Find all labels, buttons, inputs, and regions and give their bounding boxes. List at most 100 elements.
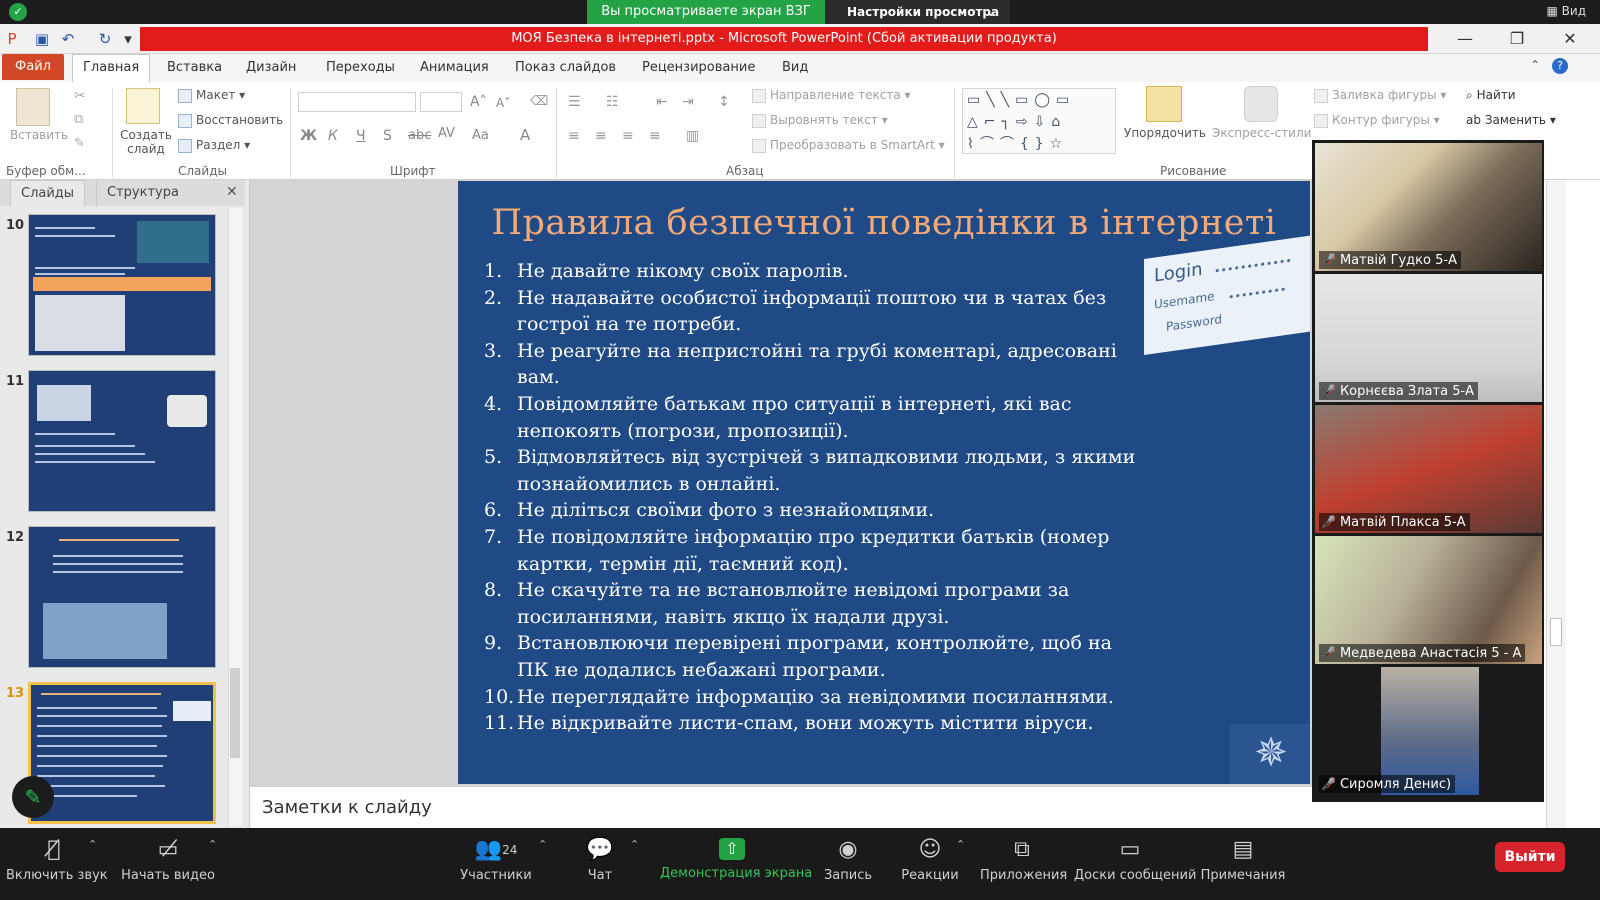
participant-video-tile[interactable]: 🎤̸ Корнєєва Злата 5-А bbox=[1315, 274, 1542, 402]
underline-icon[interactable]: Ч bbox=[356, 128, 366, 144]
tab-review[interactable]: Рецензирование bbox=[632, 56, 765, 80]
numbering-icon[interactable]: ☷ bbox=[606, 94, 619, 110]
copy-icon[interactable]: ⧉ bbox=[74, 112, 83, 127]
align-center-icon[interactable]: ≡ bbox=[595, 128, 607, 144]
tab-slideshow[interactable]: Показ слайдов bbox=[505, 56, 626, 80]
whiteboards-button[interactable]: ▭ Доски сообщений bbox=[1074, 828, 1196, 900]
tab-file[interactable]: Файл bbox=[2, 54, 64, 80]
chevron-up-icon[interactable]: ⌃ bbox=[208, 838, 217, 851]
cut-icon[interactable]: ✂ bbox=[74, 88, 86, 104]
font-name-select[interactable] bbox=[298, 92, 416, 112]
tab-insert[interactable]: Вставка bbox=[157, 56, 232, 80]
current-slide[interactable]: Правила безпечної поведінки в інтернеті … bbox=[458, 181, 1310, 784]
text-direction-button[interactable]: Направление текста ▾ bbox=[752, 88, 911, 103]
bold-icon[interactable]: Ж bbox=[300, 128, 317, 144]
thumbnail-image bbox=[137, 221, 209, 263]
tab-home[interactable]: Главная bbox=[72, 54, 151, 82]
participant-video-tile[interactable]: 🎤̸ Сиромля Денис) bbox=[1315, 667, 1542, 795]
decrease-indent-icon[interactable]: ⇤ bbox=[656, 94, 668, 110]
tab-view[interactable]: Вид bbox=[772, 56, 818, 80]
help-icon[interactable]: ? bbox=[1552, 58, 1568, 74]
shape-outline-button[interactable]: Контур фигуры ▾ bbox=[1314, 113, 1440, 128]
section-button[interactable]: Раздел ▾ bbox=[178, 138, 250, 153]
slides-pane-scroll-thumb[interactable] bbox=[230, 668, 240, 758]
font-size-select[interactable] bbox=[420, 92, 462, 112]
start-video-button[interactable]: ▭̸ Начать видео bbox=[118, 828, 218, 900]
slide-thumbnail-10[interactable] bbox=[28, 214, 216, 356]
replace-button[interactable]: ab Заменить ▾ bbox=[1466, 113, 1556, 127]
annotate-pencil-icon[interactable]: ✎ bbox=[12, 776, 54, 818]
chevron-up-icon[interactable]: ⌃ bbox=[956, 838, 965, 851]
leave-button[interactable]: Выйти bbox=[1495, 842, 1565, 872]
slide-title[interactable]: Правила безпечної поведінки в інтернеті bbox=[458, 203, 1310, 243]
layout-button[interactable]: Макет ▾ bbox=[178, 88, 245, 103]
quick-styles-button[interactable]: Экспресс-стили bbox=[1212, 126, 1311, 140]
italic-icon[interactable]: К bbox=[328, 128, 338, 144]
share-screen-button[interactable]: ⇧ Демонстрация экрана bbox=[660, 828, 812, 900]
smartart-button[interactable]: Преобразовать в SmartArt ▾ bbox=[752, 138, 945, 153]
slide-thumbnail-11[interactable] bbox=[28, 370, 216, 512]
align-right-icon[interactable]: ≡ bbox=[622, 128, 634, 144]
format-painter-icon[interactable]: ✎ bbox=[74, 136, 85, 151]
clear-formatting-icon[interactable]: ⌫ bbox=[530, 94, 548, 109]
shadow-icon[interactable]: S bbox=[383, 128, 392, 144]
collapse-ribbon-icon[interactable]: ⌃ bbox=[1530, 58, 1540, 72]
minimize-icon[interactable]: — bbox=[1450, 27, 1480, 51]
arrange-icon[interactable] bbox=[1146, 86, 1182, 122]
chevron-up-icon[interactable]: ⌃ bbox=[630, 838, 639, 851]
view-button[interactable]: ▦ Вид bbox=[1547, 4, 1586, 18]
record-button[interactable]: ◉ Запись bbox=[812, 828, 884, 900]
align-left-icon[interactable]: ≡ bbox=[568, 128, 580, 144]
tab-slides[interactable]: Слайды bbox=[10, 180, 86, 206]
quick-styles-icon[interactable] bbox=[1244, 86, 1278, 122]
chevron-up-icon[interactable]: ⌃ bbox=[538, 838, 547, 851]
slide-thumbnail-12[interactable] bbox=[28, 526, 216, 668]
justify-icon[interactable]: ≡ bbox=[649, 128, 661, 144]
slide-thumbnail-13-selected[interactable] bbox=[28, 682, 216, 824]
shrink-font-icon[interactable]: A˅ bbox=[496, 96, 510, 110]
increase-indent-icon[interactable]: ⇥ bbox=[682, 94, 694, 110]
new-slide-button[interactable]: Создать слайд bbox=[120, 128, 172, 156]
apps-button[interactable]: ⧉ Приложения bbox=[980, 828, 1067, 900]
chat-button[interactable]: 💬 Чат bbox=[574, 828, 626, 900]
tab-animation[interactable]: Анимация bbox=[410, 56, 499, 80]
tab-design[interactable]: Дизайн bbox=[236, 56, 306, 80]
arrange-button[interactable]: Упорядочить bbox=[1124, 126, 1206, 140]
editor-scroll-thumb[interactable] bbox=[1550, 618, 1562, 646]
change-case-icon[interactable]: Aa bbox=[472, 128, 489, 143]
align-text-button[interactable]: Выровнять текст ▾ bbox=[752, 113, 888, 128]
tab-transitions[interactable]: Переходы bbox=[316, 56, 405, 80]
bullets-icon[interactable]: ☰ bbox=[568, 94, 581, 110]
maximize-icon[interactable]: ❐ bbox=[1502, 27, 1532, 51]
slide-notes-field[interactable]: Заметки к слайду bbox=[250, 786, 1314, 828]
participants-button[interactable]: 👥24 Участники bbox=[448, 828, 544, 900]
customize-toolbar-icon[interactable]: ▾ bbox=[118, 29, 138, 49]
grow-font-icon[interactable]: A˄ bbox=[470, 94, 487, 110]
paste-icon[interactable] bbox=[16, 88, 50, 126]
line-spacing-icon[interactable]: ↕ bbox=[718, 94, 730, 110]
editor-scrollbar[interactable] bbox=[1546, 180, 1566, 828]
reset-button[interactable]: Восстановить bbox=[178, 113, 283, 128]
shape-fill-button[interactable]: Заливка фигуры ▾ bbox=[1314, 88, 1446, 103]
rules-list[interactable]: 1. Не давайте нікому своїх паролів. 2. Не … bbox=[484, 258, 1144, 737]
undo-icon[interactable]: ↶ bbox=[58, 29, 78, 49]
redo-icon[interactable]: ↻ bbox=[95, 29, 115, 49]
participant-video-tile[interactable]: 🎤̸ Медведева Анастасія 5 - А bbox=[1315, 536, 1542, 664]
strikethrough-icon[interactable]: abc bbox=[408, 128, 431, 143]
participant-video-tile[interactable]: 🎤̸ Матвій Плакса 5-А bbox=[1315, 405, 1542, 533]
save-icon[interactable]: ▣ bbox=[32, 29, 52, 49]
close-pane-icon[interactable]: ✕ bbox=[226, 184, 238, 200]
find-button[interactable]: ⌕ Найти bbox=[1466, 88, 1516, 103]
new-slide-icon[interactable] bbox=[126, 88, 160, 124]
paste-label[interactable]: Вставить bbox=[10, 128, 68, 142]
view-options-button[interactable]: Настройки просмотра ⌄ bbox=[825, 0, 1010, 24]
font-color-icon[interactable]: A bbox=[520, 126, 530, 144]
participant-video-tile[interactable]: 🎤̸ Матвій Гудко 5-А bbox=[1315, 143, 1542, 271]
shapes-gallery[interactable]: ▭╲╲▭◯▭ △⌐┐⇨⇩⌂ ⌇⌒⌒{}☆ bbox=[962, 88, 1116, 154]
chevron-up-icon[interactable]: ⌃ bbox=[88, 838, 97, 851]
columns-icon[interactable]: ▥ bbox=[686, 128, 699, 144]
close-icon[interactable]: ✕ bbox=[1555, 27, 1585, 51]
character-spacing-icon[interactable]: AV bbox=[438, 126, 455, 141]
notes-button[interactable]: ▤ Примечания bbox=[1198, 828, 1288, 900]
tab-outline[interactable]: Структура bbox=[96, 180, 189, 206]
